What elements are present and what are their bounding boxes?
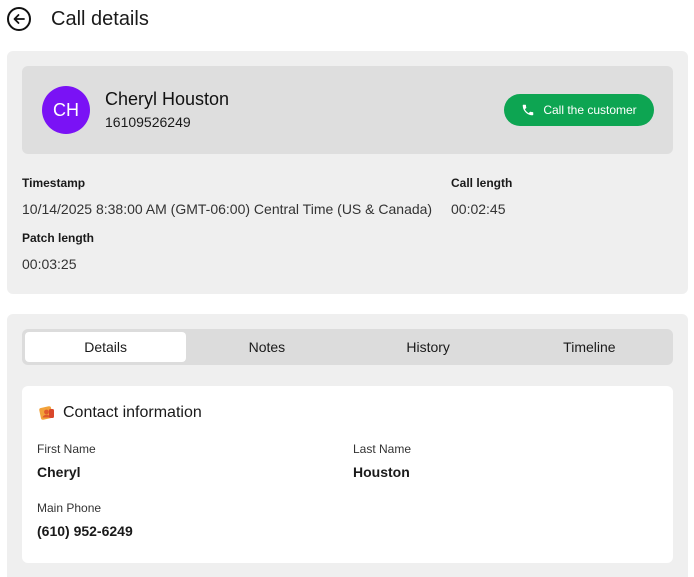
details-card: Details Notes History Timeline Contact i… (7, 314, 688, 577)
section-title: Contact information (63, 404, 202, 421)
tab-bar: Details Notes History Timeline (22, 329, 673, 365)
contact-information-card: Contact information First Name Cheryl La… (22, 386, 673, 563)
back-button[interactable] (7, 7, 31, 31)
timestamp-value: 10/14/2025 8:38:00 AM (GMT-06:00) Centra… (22, 201, 433, 217)
phone-icon (523, 104, 534, 116)
contact-card-icon (39, 406, 54, 420)
tab-notes[interactable]: Notes (186, 332, 347, 362)
page-header: Call details (0, 0, 694, 40)
patch-length-label: Patch length (22, 231, 95, 245)
page-title: Call details (51, 8, 149, 30)
patch-length-value: 00:03:25 (22, 256, 77, 272)
customer-name: Cheryl Houston (105, 89, 230, 109)
customer-box: CH Cheryl Houston 16109526249 Call the c… (22, 66, 673, 154)
last-name-label: Last Name (353, 442, 412, 456)
main-phone-value: (610) 952-6249 (37, 523, 133, 539)
first-name-value: Cheryl (37, 464, 81, 480)
call-length-label: Call length (451, 176, 513, 190)
main-phone-label: Main Phone (37, 501, 102, 515)
tab-timeline[interactable]: Timeline (509, 332, 670, 362)
tab-history[interactable]: History (348, 332, 509, 362)
avatar: CH (42, 86, 90, 134)
call-customer-button[interactable]: Call the customer (504, 94, 654, 126)
call-customer-label: Call the customer (543, 103, 637, 117)
arrow-left-icon (13, 14, 25, 24)
tab-details[interactable]: Details (25, 332, 187, 362)
last-name-value: Houston (353, 464, 410, 480)
customer-phone: 16109526249 (105, 114, 191, 130)
call-summary-card: CH Cheryl Houston 16109526249 Call the c… (7, 51, 688, 294)
first-name-label: First Name (37, 442, 96, 456)
call-length-value: 00:02:45 (451, 201, 506, 217)
timestamp-label: Timestamp (22, 176, 86, 190)
